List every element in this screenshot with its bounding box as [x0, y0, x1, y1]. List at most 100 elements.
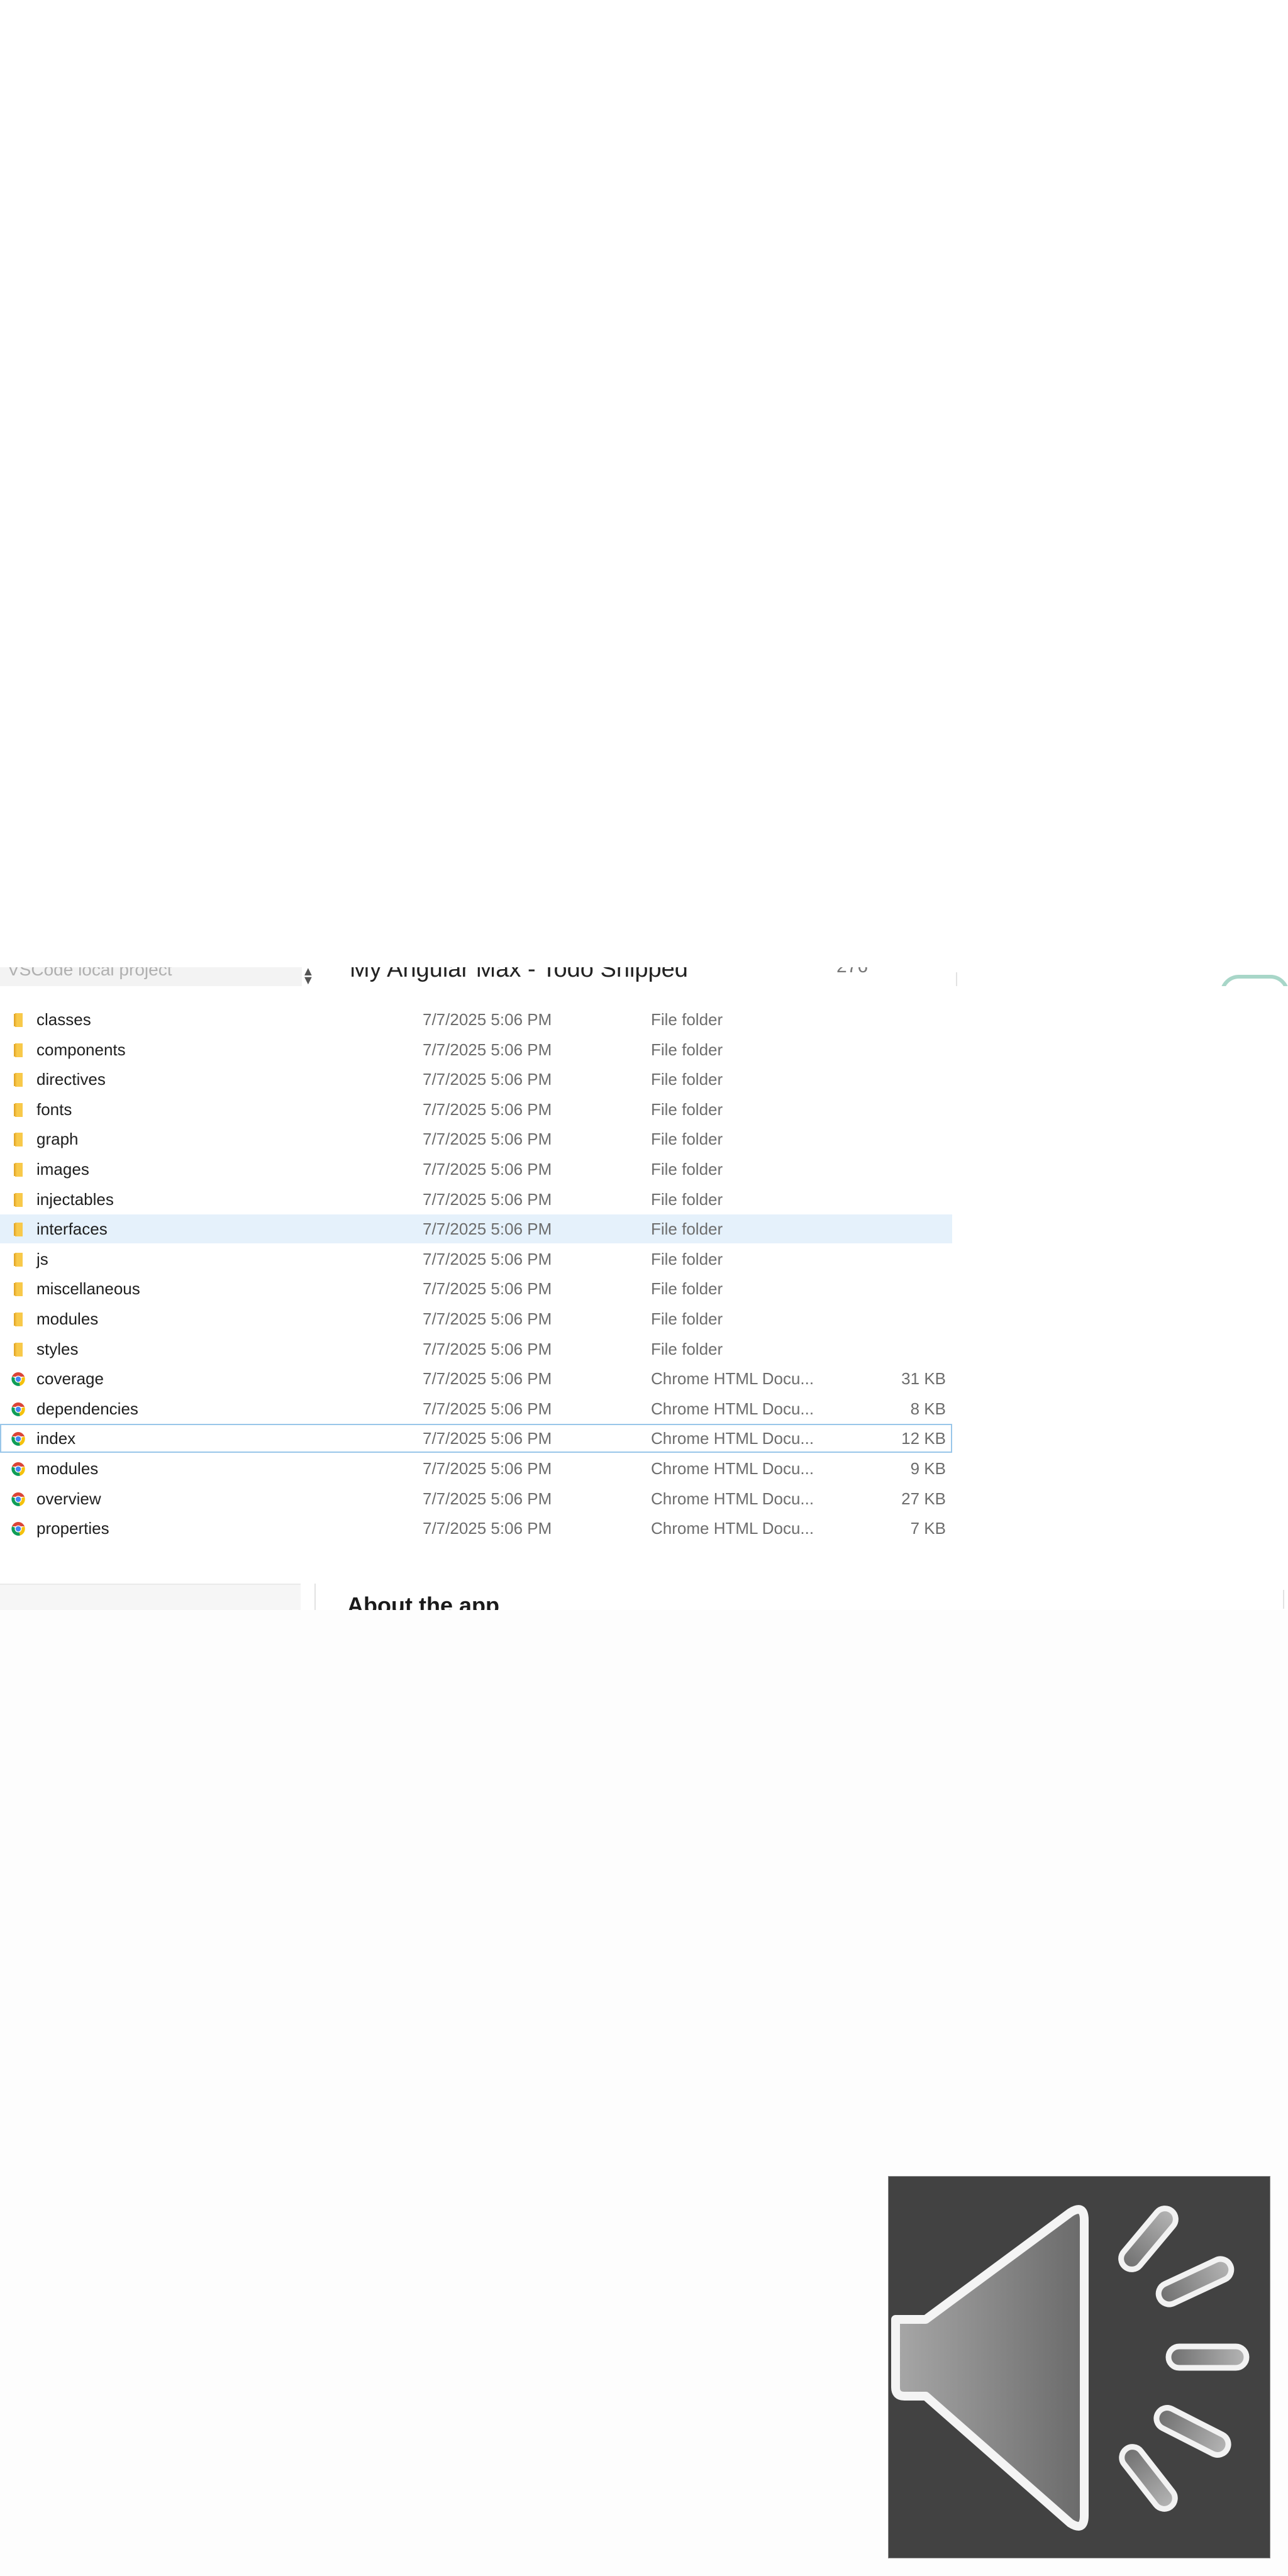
- file-name: graph: [36, 1130, 79, 1149]
- file-date: 7/7/2025 5:06 PM: [423, 1279, 552, 1299]
- file-date: 7/7/2025 5:06 PM: [423, 1309, 552, 1328]
- file-row[interactable]: fonts 7/7/2025 5:06 PM File folder: [0, 1095, 952, 1124]
- chrome-html-icon: [11, 1432, 25, 1446]
- file-name: fonts: [36, 1099, 72, 1119]
- sort-arrows-icon[interactable]: ▲ ▼: [302, 967, 314, 986]
- file-date: 7/7/2025 5:06 PM: [423, 1519, 552, 1538]
- file-date: 7/7/2025 5:06 PM: [423, 1429, 552, 1448]
- folder-icon: [14, 1192, 23, 1207]
- file-row[interactable]: overview 7/7/2025 5:06 PM Chrome HTML Docu…: [0, 1484, 952, 1513]
- file-date: 7/7/2025 5:06 PM: [423, 1339, 552, 1358]
- file-type: Chrome HTML Docu...: [651, 1459, 814, 1478]
- file-date: 7/7/2025 5:06 PM: [423, 1189, 552, 1209]
- file-date: 7/7/2025 5:06 PM: [423, 1369, 552, 1389]
- folder-icon: [14, 1313, 23, 1326]
- folder-icon: [14, 1282, 23, 1297]
- screen: VSCode local project ▲ ▼ My Angular Max -…: [0, 0, 1288, 2576]
- chrome-html-icon: [11, 1372, 25, 1387]
- blank-area-top: [0, 0, 1288, 967]
- file-date: 7/7/2025 5:06 PM: [423, 1099, 552, 1119]
- pane-divider: [314, 1584, 316, 1610]
- file-name: directives: [36, 1070, 106, 1089]
- file-name: injectables: [36, 1189, 114, 1209]
- folder-icon: [14, 1163, 23, 1177]
- scrollbar-edge: [1283, 1590, 1284, 1609]
- file-size: 8 KB: [910, 1399, 946, 1418]
- folder-icon: [14, 1223, 23, 1237]
- file-row[interactable]: js 7/7/2025 5:06 PM File folder: [0, 1245, 952, 1274]
- file-row[interactable]: index 7/7/2025 5:06 PM Chrome HTML Docu...…: [0, 1424, 952, 1453]
- folder-icon: [14, 1013, 23, 1027]
- folder-icon: [14, 1073, 23, 1087]
- chrome-html-icon: [11, 1522, 25, 1536]
- folder-icon: [14, 1252, 23, 1267]
- file-name: modules: [36, 1309, 99, 1328]
- file-row[interactable]: miscellaneous 7/7/2025 5:06 PM File folder: [0, 1274, 952, 1303]
- header-extra-text: 276: [836, 967, 868, 977]
- file-size: 27 KB: [901, 1489, 946, 1508]
- file-size: 12 KB: [901, 1429, 946, 1448]
- file-type: Chrome HTML Docu...: [651, 1399, 814, 1418]
- file-date: 7/7/2025 5:06 PM: [423, 1040, 552, 1059]
- file-row[interactable]: classes 7/7/2025 5:06 PM File folder: [0, 1005, 952, 1034]
- file-name: miscellaneous: [36, 1279, 140, 1299]
- file-name: dependencies: [36, 1399, 138, 1418]
- file-row[interactable]: interfaces 7/7/2025 5:06 PM File folder: [0, 1214, 952, 1244]
- header-left-text: VSCode local project: [8, 967, 172, 979]
- file-size: 7 KB: [910, 1519, 946, 1538]
- file-row[interactable]: properties 7/7/2025 5:06 PM Chrome HTML Do…: [0, 1514, 952, 1543]
- file-row[interactable]: directives 7/7/2025 5:06 PM File folder: [0, 1065, 952, 1094]
- file-type: File folder: [651, 1249, 723, 1269]
- folder-icon: [14, 1102, 23, 1117]
- file-type: Chrome HTML Docu...: [651, 1369, 814, 1389]
- speaker-volume-icon[interactable]: [888, 2176, 1270, 2558]
- file-date: 7/7/2025 5:06 PM: [423, 1249, 552, 1269]
- file-row[interactable]: images 7/7/2025 5:06 PM File folder: [0, 1155, 952, 1184]
- file-row[interactable]: modules 7/7/2025 5:06 PM File folder: [0, 1304, 952, 1333]
- file-row[interactable]: components 7/7/2025 5:06 PM File folder: [0, 1035, 952, 1064]
- file-type: File folder: [651, 1099, 723, 1119]
- file-explorer-window: VSCode local project ▲ ▼ My Angular Max -…: [0, 967, 1288, 1610]
- header-divider: [956, 972, 957, 986]
- folder-icon: [14, 1043, 23, 1057]
- bottom-strip: About the app: [0, 1584, 1288, 1610]
- file-type: File folder: [651, 1160, 723, 1179]
- file-size: 31 KB: [901, 1369, 946, 1389]
- file-date: 7/7/2025 5:06 PM: [423, 1399, 552, 1418]
- file-name: styles: [36, 1339, 79, 1358]
- file-row[interactable]: injectables 7/7/2025 5:06 PM File folder: [0, 1185, 952, 1214]
- file-date: 7/7/2025 5:06 PM: [423, 1489, 552, 1508]
- header-strip: VSCode local project ▲ ▼ My Angular Max -…: [0, 967, 1288, 986]
- file-type: File folder: [651, 1279, 723, 1299]
- file-type: Chrome HTML Docu...: [651, 1429, 814, 1448]
- file-name: classes: [36, 1010, 91, 1029]
- file-type: File folder: [651, 1130, 723, 1149]
- file-type: File folder: [651, 1040, 723, 1059]
- file-name: coverage: [36, 1369, 104, 1389]
- folder-icon: [14, 1133, 23, 1147]
- file-date: 7/7/2025 5:06 PM: [423, 1070, 552, 1089]
- file-date: 7/7/2025 5:06 PM: [423, 1219, 552, 1239]
- file-type: File folder: [651, 1070, 723, 1089]
- file-name: interfaces: [36, 1219, 108, 1239]
- header-left-pane: VSCode local project: [0, 967, 302, 986]
- file-date: 7/7/2025 5:06 PM: [423, 1010, 552, 1029]
- file-date: 7/7/2025 5:06 PM: [423, 1160, 552, 1179]
- file-type: File folder: [651, 1309, 723, 1328]
- file-row[interactable]: modules 7/7/2025 5:06 PM Chrome HTML Docu.…: [0, 1454, 952, 1483]
- file-row[interactable]: coverage 7/7/2025 5:06 PM Chrome HTML Docu…: [0, 1364, 952, 1393]
- file-row[interactable]: styles 7/7/2025 5:06 PM File folder: [0, 1335, 952, 1363]
- file-row[interactable]: dependencies 7/7/2025 5:06 PM Chrome HTML …: [0, 1394, 952, 1423]
- file-type: Chrome HTML Docu...: [651, 1489, 814, 1508]
- file-size: 9 KB: [910, 1459, 946, 1478]
- file-name: properties: [36, 1519, 109, 1538]
- file-type: Chrome HTML Docu...: [651, 1519, 814, 1538]
- file-type: File folder: [651, 1010, 723, 1029]
- header-title: My Angular Max - Todo Shipped: [350, 967, 688, 982]
- file-row[interactable]: graph 7/7/2025 5:06 PM File folder: [0, 1124, 952, 1153]
- about-heading: About the app: [347, 1592, 499, 1610]
- file-name: modules: [36, 1459, 99, 1478]
- file-name: js: [36, 1249, 48, 1269]
- file-name: index: [36, 1429, 76, 1448]
- file-name: components: [36, 1040, 126, 1059]
